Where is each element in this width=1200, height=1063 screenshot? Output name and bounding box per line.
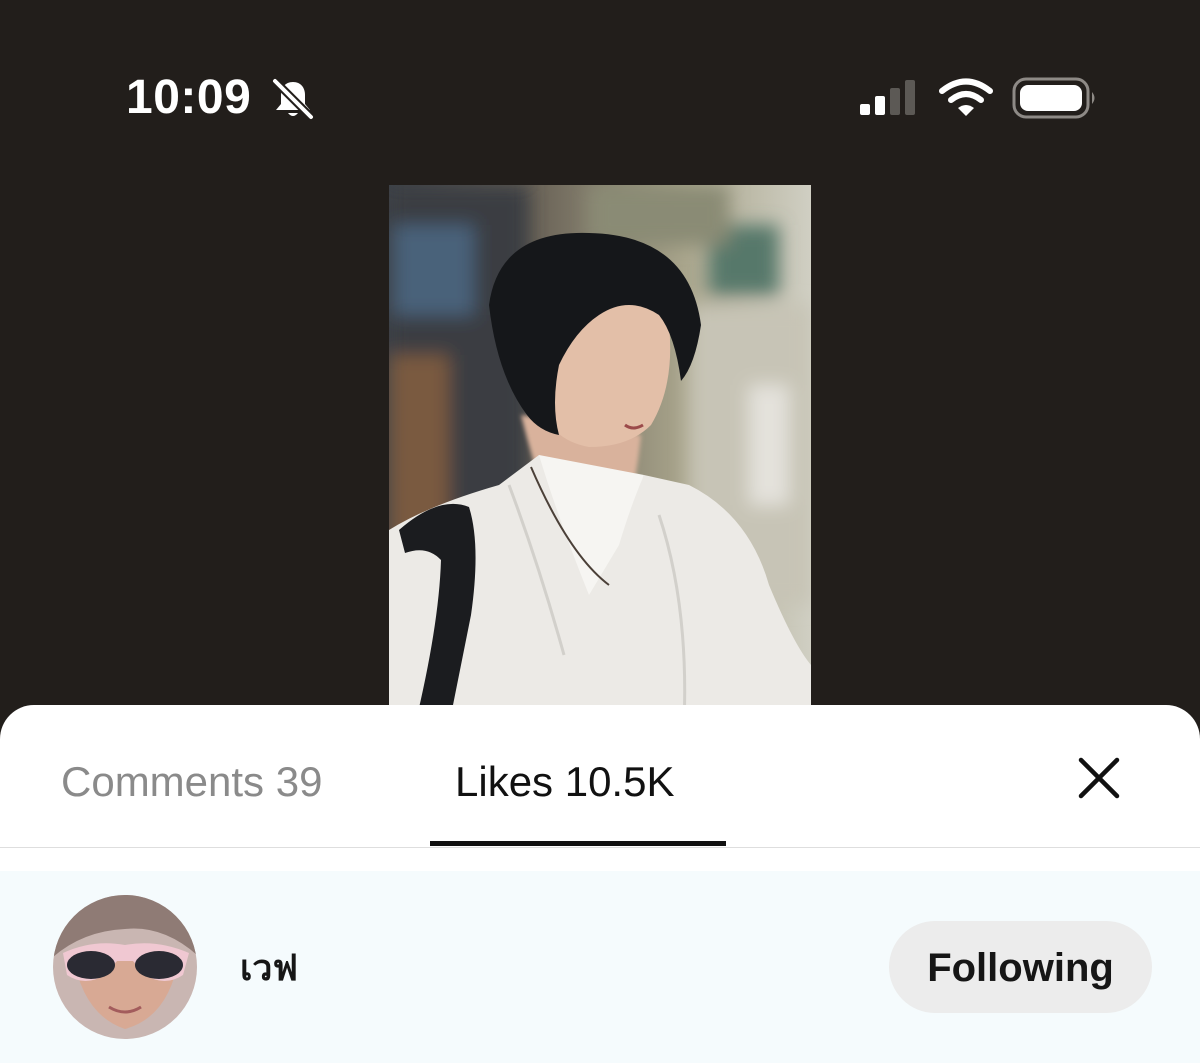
following-button[interactable]: Following	[889, 921, 1152, 1013]
status-time: 10:09	[126, 71, 252, 124]
tab-divider	[0, 847, 1200, 848]
cellular-signal-icon	[860, 80, 915, 115]
avatar-image	[53, 895, 197, 1039]
battery-icon	[1012, 77, 1095, 119]
wifi-icon	[939, 78, 993, 116]
active-tab-indicator	[430, 841, 726, 846]
bell-slash-icon	[271, 78, 315, 120]
username[interactable]: เวฟ	[240, 947, 298, 991]
close-icon[interactable]	[1070, 749, 1128, 807]
avatar[interactable]	[53, 895, 197, 1039]
tab-comments[interactable]: Comments 39	[61, 757, 322, 807]
likes-sheet: Comments 39 Likes 10.5K เวฟ Following	[0, 705, 1200, 1063]
video-thumbnail-image	[389, 185, 811, 725]
tab-likes[interactable]: Likes 10.5K	[455, 757, 674, 807]
video-preview[interactable]	[389, 185, 811, 725]
list-item[interactable]: เวฟ Following	[0, 871, 1200, 1063]
